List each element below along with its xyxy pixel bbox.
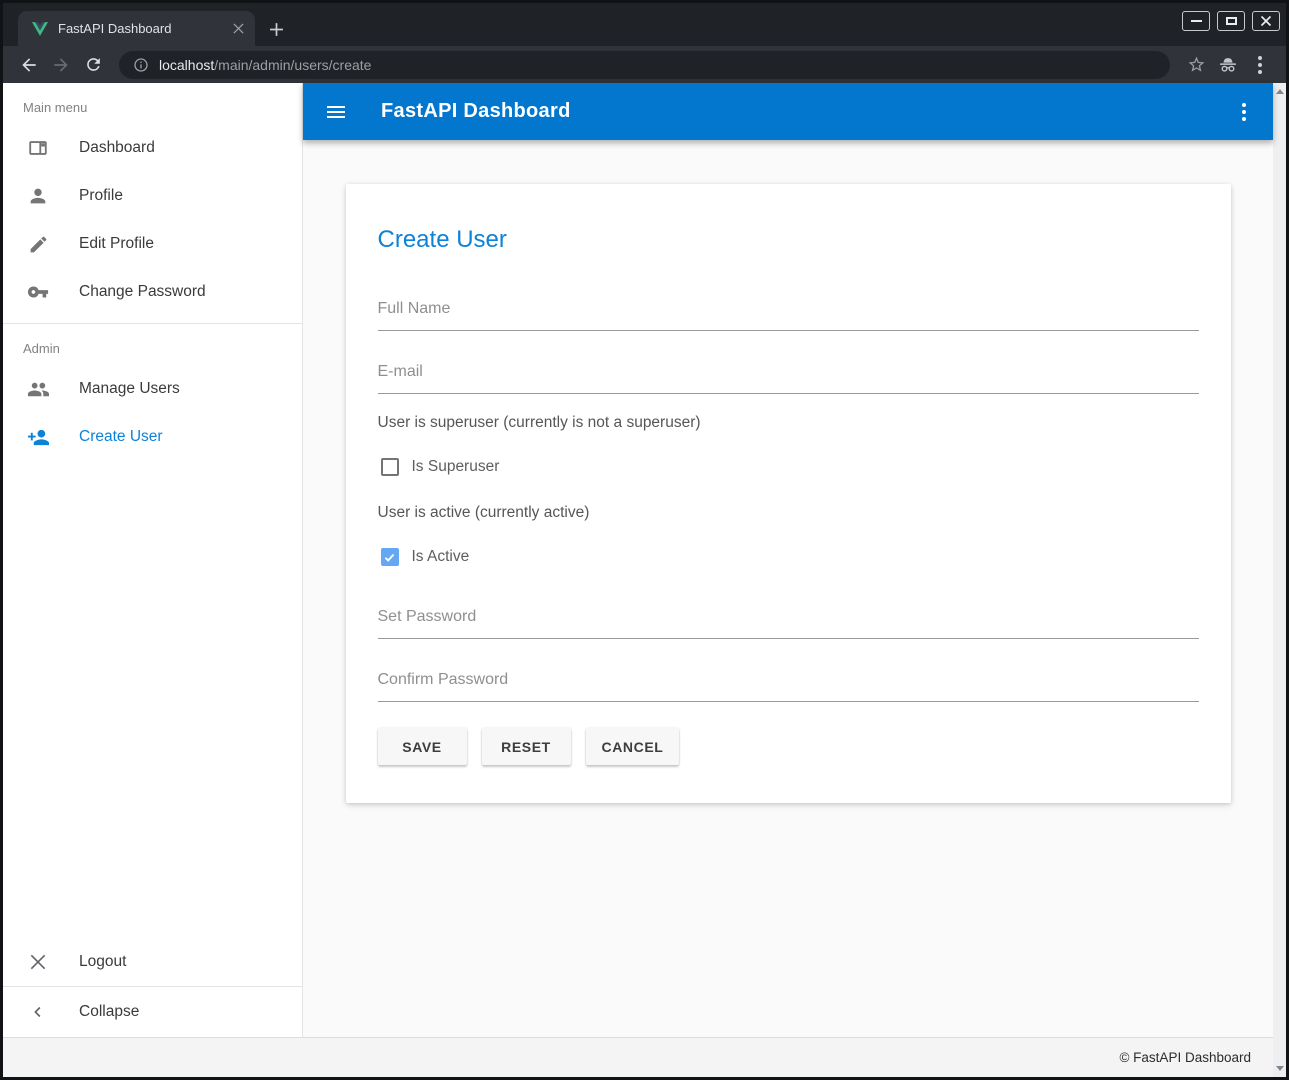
url-text: localhost/main/admin/users/create — [159, 57, 371, 73]
browser-viewport: Main menu Dashboard Profile — [3, 83, 1286, 1077]
set-password-field[interactable] — [378, 606, 1199, 639]
sidebar-item-edit-profile[interactable]: Edit Profile — [3, 220, 302, 268]
app-bar: FastAPI Dashboard — [303, 83, 1273, 140]
close-icon — [26, 950, 50, 974]
superuser-hint: User is superuser (currently is not a su… — [378, 414, 1199, 432]
key-icon — [26, 280, 50, 304]
sidebar-item-label: Change Password — [79, 283, 206, 301]
hamburger-menu-icon[interactable] — [324, 100, 348, 124]
sidebar-item-create-user[interactable]: Create User — [3, 413, 302, 461]
forward-icon[interactable] — [45, 50, 77, 80]
new-tab-button[interactable] — [263, 16, 289, 42]
maximize-button[interactable] — [1217, 11, 1245, 31]
main-area: FastAPI Dashboard Create User User is su… — [303, 83, 1273, 1037]
site-info-icon[interactable] — [133, 57, 149, 73]
page-footer: © FastAPI Dashboard — [3, 1037, 1273, 1077]
is-active-checkbox-row[interactable]: Is Active — [381, 548, 1199, 566]
form-actions: SAVE RESET CANCEL — [378, 728, 1199, 765]
sidebar-item-change-password[interactable]: Change Password — [3, 268, 302, 316]
checkbox-label: Is Active — [412, 548, 470, 566]
sidebar-item-label: Create User — [79, 428, 163, 446]
copyright-text: © FastAPI Dashboard — [1119, 1050, 1251, 1065]
browser-menu-icon[interactable] — [1244, 50, 1276, 80]
url-host: localhost — [159, 57, 214, 73]
is-superuser-checkbox-row[interactable]: Is Superuser — [381, 458, 1199, 476]
sidebar-item-label: Logout — [79, 953, 126, 971]
browser-tab[interactable]: FastAPI Dashboard — [18, 11, 255, 46]
sidebar-item-collapse[interactable]: Collapse — [3, 987, 302, 1037]
incognito-icon — [1212, 50, 1244, 80]
person-icon — [26, 184, 50, 208]
cancel-button[interactable]: CANCEL — [586, 728, 680, 765]
sidebar-section-main-menu: Main menu — [3, 83, 302, 124]
page-content: Create User User is superuser (currently… — [303, 140, 1273, 1037]
sidebar-item-logout[interactable]: Logout — [3, 938, 302, 986]
close-window-button[interactable] — [1252, 11, 1280, 31]
create-user-card: Create User User is superuser (currently… — [346, 184, 1231, 803]
person-add-icon — [26, 425, 50, 449]
vertical-scrollbar[interactable] — [1273, 83, 1286, 1077]
full-name-field[interactable] — [378, 298, 1199, 331]
sidebar-item-label: Dashboard — [79, 139, 155, 157]
tab-close-icon[interactable] — [227, 18, 249, 40]
tab-strip: FastAPI Dashboard — [3, 3, 1286, 46]
sidebar-item-label: Edit Profile — [79, 235, 154, 253]
tab-title: FastAPI Dashboard — [58, 21, 227, 36]
window-controls — [1182, 11, 1280, 31]
url-path: /main/admin/users/create — [214, 57, 371, 73]
checkbox-checked-icon[interactable] — [381, 548, 399, 566]
checkbox-unchecked-icon[interactable] — [381, 458, 399, 476]
save-button[interactable]: SAVE — [378, 728, 467, 765]
chevron-left-icon — [26, 1000, 50, 1024]
app-bar-title: FastAPI Dashboard — [381, 100, 571, 123]
browser-toolbar: localhost/main/admin/users/create — [3, 46, 1286, 83]
people-icon — [26, 377, 50, 401]
bookmark-star-icon[interactable] — [1180, 50, 1212, 80]
reset-button[interactable]: RESET — [482, 728, 571, 765]
back-icon[interactable] — [13, 50, 45, 80]
sidebar-item-label: Manage Users — [79, 380, 180, 398]
active-hint: User is active (currently active) — [378, 504, 1199, 522]
scroll-down-icon[interactable] — [1276, 1066, 1284, 1071]
minimize-button[interactable] — [1182, 11, 1210, 31]
pencil-icon — [26, 232, 50, 256]
sidebar-item-manage-users[interactable]: Manage Users — [3, 365, 302, 413]
app-bar-menu-icon[interactable] — [1236, 97, 1252, 127]
browser-window: FastAPI Dashboard — [0, 0, 1289, 1080]
confirm-password-field[interactable] — [378, 669, 1199, 702]
reload-icon[interactable] — [77, 50, 109, 80]
dashboard-icon — [26, 136, 50, 160]
sidebar: Main menu Dashboard Profile — [3, 83, 303, 1037]
sidebar-section-admin: Admin — [3, 324, 302, 365]
address-bar[interactable]: localhost/main/admin/users/create — [119, 51, 1170, 79]
vue-logo-icon — [32, 22, 48, 36]
sidebar-item-label: Collapse — [79, 1003, 139, 1021]
email-field[interactable] — [378, 361, 1199, 394]
sidebar-item-dashboard[interactable]: Dashboard — [3, 124, 302, 172]
sidebar-item-label: Profile — [79, 187, 123, 205]
checkbox-label: Is Superuser — [412, 458, 500, 476]
scroll-up-icon[interactable] — [1276, 89, 1284, 94]
page-title: Create User — [378, 226, 1199, 254]
sidebar-item-profile[interactable]: Profile — [3, 172, 302, 220]
